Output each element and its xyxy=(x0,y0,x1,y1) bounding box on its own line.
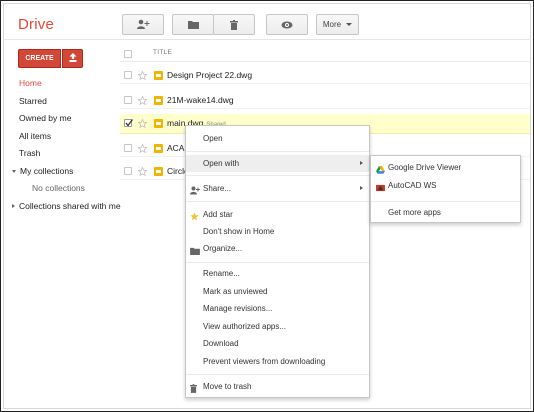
sidebar-nav: Home Starred Owned by me All items Trash… xyxy=(12,75,121,215)
shared-collections-toggle[interactable]: Collections shared with me xyxy=(12,198,121,216)
share-button[interactable] xyxy=(122,14,164,35)
menu-item-add-star[interactable]: Add star xyxy=(186,206,369,223)
eye-icon xyxy=(281,21,293,29)
trash-icon xyxy=(190,382,197,399)
star-icon[interactable] xyxy=(137,70,148,82)
file-row[interactable]: 21M-wake14.dwg xyxy=(120,91,530,109)
list-header: TITLE xyxy=(120,46,530,62)
submenu-item-get-more-apps[interactable]: Get more apps xyxy=(371,204,520,221)
dwg-file-icon xyxy=(154,119,163,128)
menu-item-manage-revisions[interactable]: Manage revisions... xyxy=(186,300,369,317)
chevron-down-icon xyxy=(346,23,353,26)
star-icon[interactable] xyxy=(137,95,148,107)
menu-item-rename[interactable]: Rename... xyxy=(186,265,369,282)
title-column-header[interactable]: TITLE xyxy=(153,49,172,56)
menu-item-organize-label: Organize... xyxy=(203,244,243,253)
file-row[interactable]: Design Project 22.dwg xyxy=(120,66,530,84)
menu-item-add-star-label: Add star xyxy=(203,210,233,219)
select-all-checkbox[interactable] xyxy=(124,50,132,58)
sidebar-item-starred[interactable]: Starred xyxy=(19,93,119,111)
star-icon[interactable] xyxy=(137,166,148,178)
more-label: More xyxy=(322,20,342,29)
menu-separator xyxy=(186,262,369,263)
row-checkbox[interactable] xyxy=(124,167,132,175)
dwg-file-icon xyxy=(154,96,163,105)
sidebar-item-owned-by-me[interactable]: Owned by me xyxy=(19,110,119,128)
star-icon[interactable] xyxy=(137,118,148,130)
menu-item-move-to-trash-label: Move to trash xyxy=(203,382,252,391)
add-person-icon xyxy=(136,19,150,30)
upload-icon xyxy=(69,53,77,64)
sidebar-item-home[interactable]: Home xyxy=(19,75,119,93)
menu-item-open[interactable]: Open xyxy=(186,130,369,147)
my-collections-label: My collections xyxy=(20,165,74,176)
menu-item-open-with[interactable]: Open with xyxy=(186,155,369,172)
expand-down-icon xyxy=(12,169,16,173)
submenu-arrow-icon xyxy=(360,186,363,190)
more-button[interactable]: More xyxy=(316,14,359,35)
menu-item-download[interactable]: Download xyxy=(186,335,369,352)
drive-logo[interactable]: Drive xyxy=(18,16,54,33)
autocad-icon xyxy=(376,181,385,198)
open-with-submenu: Google Drive Viewer AutoCAD WS Get more … xyxy=(370,155,521,223)
menu-separator xyxy=(186,175,369,176)
folder-icon xyxy=(187,20,199,29)
create-button-group: CREATE xyxy=(18,49,83,68)
row-checkbox-checked[interactable] xyxy=(124,119,133,127)
preview-button[interactable] xyxy=(266,14,308,35)
file-name[interactable]: Design Project 22.dwg xyxy=(167,70,252,80)
row-checkbox[interactable] xyxy=(124,96,132,104)
menu-item-view-authorized-apps[interactable]: View authorized apps... xyxy=(186,318,369,335)
row-checkbox[interactable] xyxy=(124,144,132,152)
menu-separator xyxy=(186,151,369,152)
menu-separator xyxy=(186,201,369,202)
menu-item-organize[interactable]: Organize... xyxy=(186,240,369,257)
share-person-icon xyxy=(190,184,200,201)
shared-collections-label: Collections shared with me xyxy=(19,200,121,211)
file-name[interactable]: ACA xyxy=(167,143,184,153)
menu-item-share[interactable]: Share... xyxy=(186,180,369,197)
folder-icon xyxy=(190,244,200,261)
my-collections-toggle[interactable]: My collections xyxy=(12,163,119,181)
upload-button[interactable] xyxy=(62,49,83,68)
file-name[interactable]: 21M-wake14.dwg xyxy=(167,95,234,105)
menu-item-mark-as-unviewed[interactable]: Mark as unviewed xyxy=(186,283,369,300)
submenu-item-autocad-ws[interactable]: AutoCAD WS xyxy=(371,177,520,194)
sidebar-item-trash[interactable]: Trash xyxy=(19,145,119,163)
menu-item-open-with-label: Open with xyxy=(203,159,240,168)
menu-item-share-label: Share... xyxy=(203,184,232,193)
sidebar-item-all-items[interactable]: All items xyxy=(19,128,119,146)
context-menu: Open Open with Share... Add star Don't s… xyxy=(185,125,370,398)
row-checkbox[interactable] xyxy=(124,71,132,79)
submenu-item-google-drive-viewer[interactable]: Google Drive Viewer xyxy=(371,159,520,176)
submenu-item-label: AutoCAD WS xyxy=(388,181,437,190)
submenu-arrow-icon xyxy=(360,161,363,165)
create-button[interactable]: CREATE xyxy=(18,49,61,68)
menu-separator xyxy=(186,374,369,375)
submenu-item-label: Google Drive Viewer xyxy=(388,163,462,172)
dwg-file-icon xyxy=(154,167,163,176)
remove-button[interactable] xyxy=(213,14,255,35)
menu-item-dont-show-in-home[interactable]: Don't show in Home xyxy=(186,223,369,240)
dwg-file-icon xyxy=(154,144,163,153)
menu-item-move-to-trash[interactable]: Move to trash xyxy=(186,378,369,395)
trash-icon xyxy=(230,19,238,30)
no-collections-text: No collections xyxy=(32,183,85,193)
move-to-folder-button[interactable] xyxy=(172,14,214,35)
expand-right-icon xyxy=(12,204,15,209)
header-divider xyxy=(3,39,531,40)
menu-item-prevent-viewers-downloading[interactable]: Prevent viewers from downloading xyxy=(186,353,369,370)
dwg-file-icon xyxy=(154,71,163,80)
star-icon[interactable] xyxy=(137,143,148,155)
menu-separator xyxy=(371,201,520,202)
